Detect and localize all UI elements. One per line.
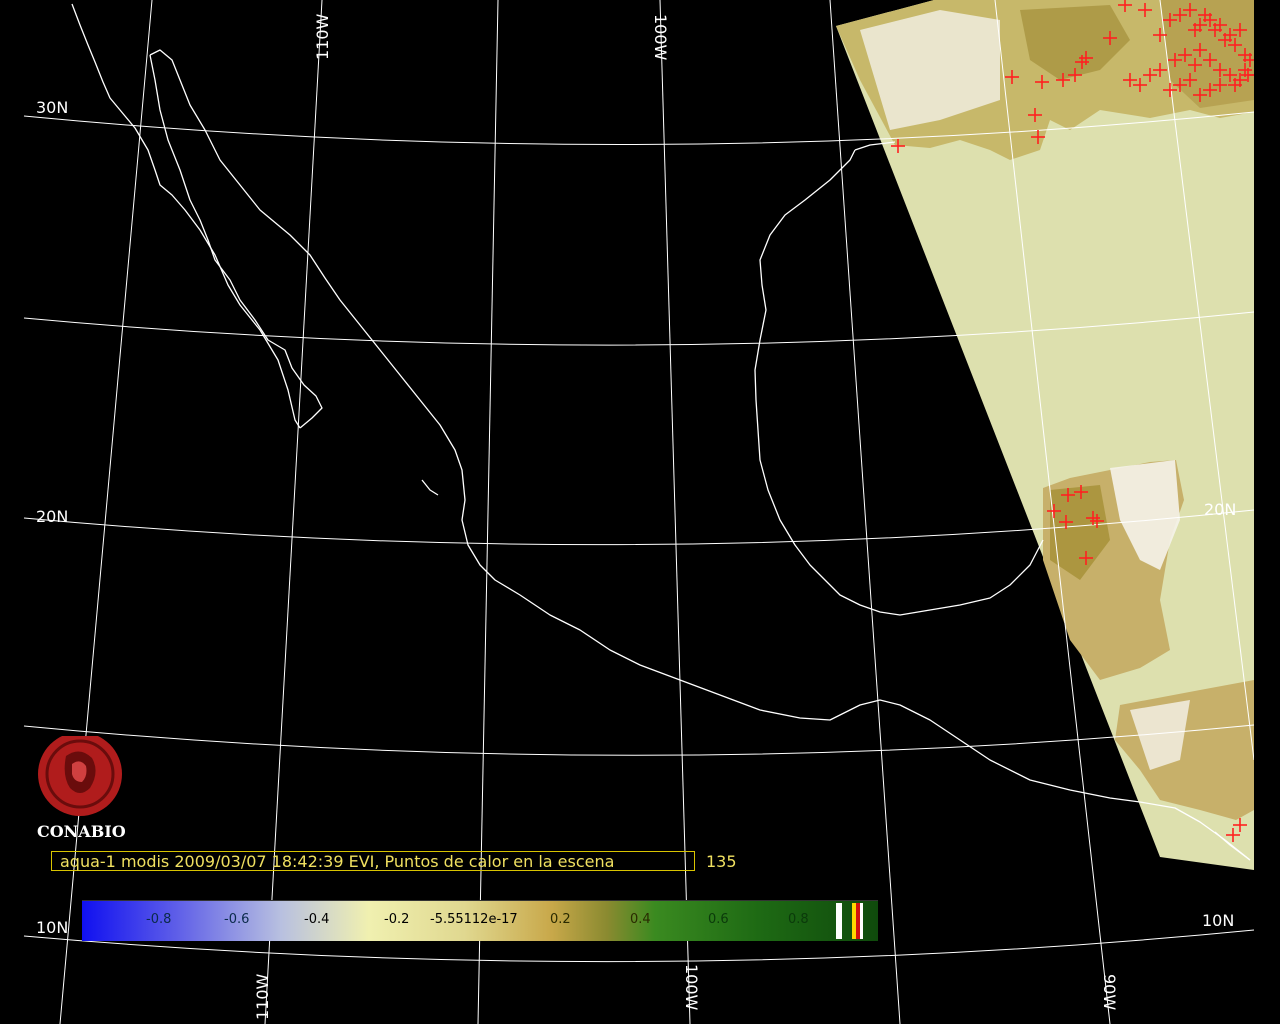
colorbar-tick: -0.8 bbox=[146, 912, 172, 927]
hotspot-count: 135 bbox=[706, 852, 737, 871]
conabio-emblem-icon bbox=[38, 732, 122, 816]
label-lon-110w-top: 110W bbox=[313, 13, 332, 60]
label-lat-20n-right: 20N bbox=[1204, 500, 1236, 519]
colorbar-white-band bbox=[836, 903, 842, 939]
colorbar-tick: -5.55112e-17 bbox=[430, 912, 518, 927]
label-lat-10n-right: 10N bbox=[1202, 911, 1234, 930]
conabio-logo bbox=[36, 732, 128, 824]
label-lon-100w-bottom: 100W bbox=[682, 964, 701, 1011]
swath-land-yucatan bbox=[1043, 460, 1184, 680]
label-lon-90w-bottom: 90W bbox=[1100, 974, 1119, 1010]
colorbar-tick: 0.8 bbox=[788, 912, 809, 927]
label-lon-110w-bottom: 110W bbox=[253, 973, 272, 1020]
colorbar-tick: -0.2 bbox=[384, 912, 410, 927]
colorbar-tick: 0.2 bbox=[550, 912, 571, 927]
label-lat-10n-left: 10N bbox=[36, 918, 68, 937]
conabio-wordmark: CONABIO bbox=[37, 822, 126, 841]
label-lat-20n-left: 20N bbox=[36, 507, 68, 526]
colorbar-tick: 0.4 bbox=[630, 912, 651, 927]
colorbar-tick: 0.6 bbox=[708, 912, 729, 927]
colorbar-white-band bbox=[860, 903, 863, 939]
scene-caption: aqua-1 modis 2009/03/07 18:42:39 EVI, Pu… bbox=[51, 851, 737, 871]
label-lon-100w-top: 100W bbox=[651, 14, 670, 61]
label-lat-30n: 30N bbox=[36, 98, 68, 117]
right-edge-strip bbox=[1254, 0, 1280, 1024]
evi-colorbar: -0.8 -0.6 -0.4 -0.2 -5.55112e-17 0.2 0.4… bbox=[82, 900, 878, 941]
colorbar-tick: -0.4 bbox=[304, 912, 330, 927]
caption-text: aqua-1 modis 2009/03/07 18:42:39 EVI, Pu… bbox=[60, 852, 615, 871]
colorbar-tick: -0.6 bbox=[224, 912, 250, 927]
